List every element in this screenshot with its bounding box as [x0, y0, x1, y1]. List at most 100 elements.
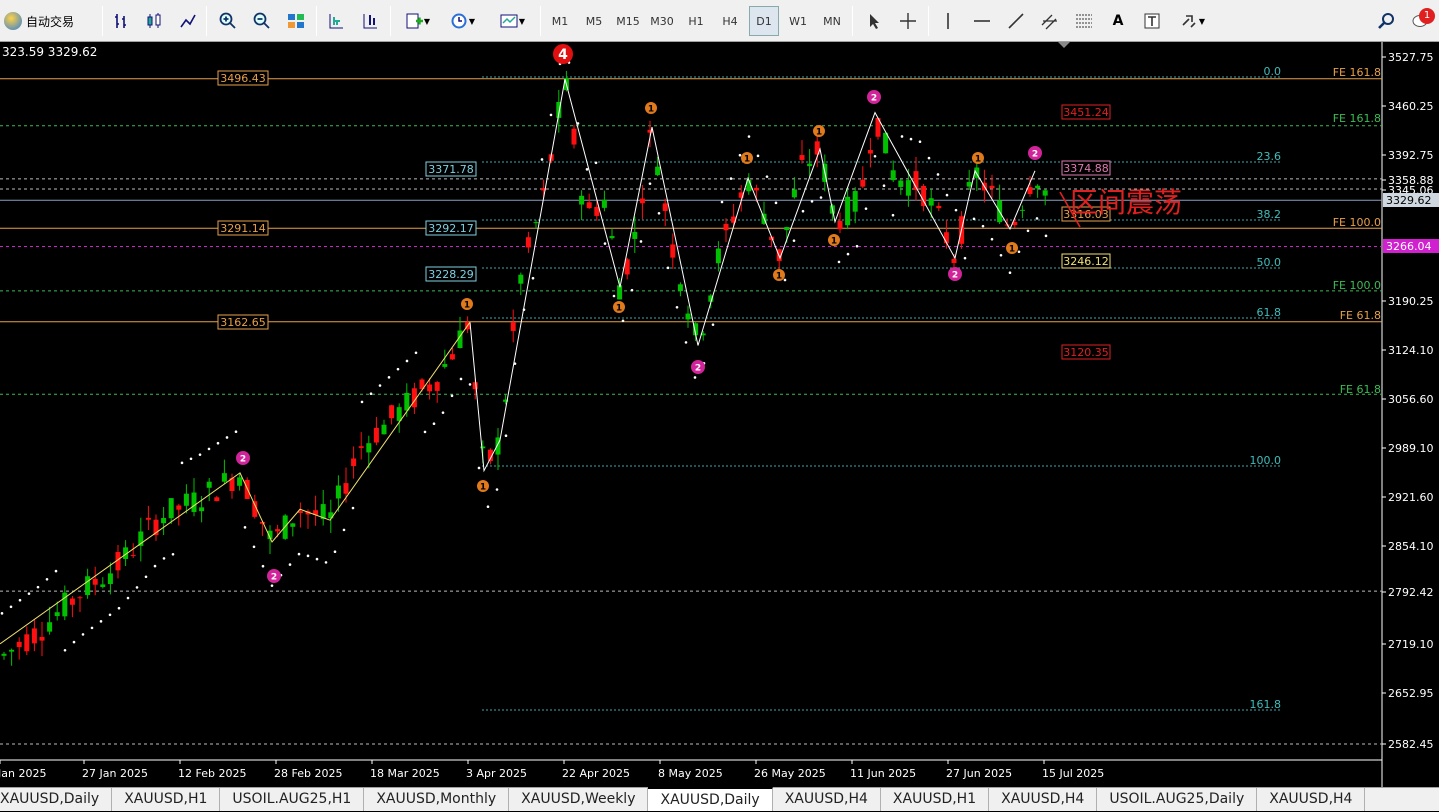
- fe-level-label: FE 161.8: [1333, 112, 1381, 125]
- candle-body: [442, 364, 448, 367]
- candle-body: [951, 258, 957, 264]
- sar-dot: [495, 488, 499, 491]
- chart-tab[interactable]: XAUUSD,Monthly: [364, 788, 510, 811]
- candle-body: [100, 584, 106, 587]
- chevron-down-icon: ▼: [423, 16, 431, 26]
- candle-body: [176, 505, 182, 510]
- text-icon: A: [1112, 13, 1124, 29]
- period-d1-button[interactable]: D1: [749, 6, 779, 36]
- chart-tab[interactable]: XAUUSD,Weekly: [509, 788, 649, 811]
- price-chart[interactable]: 0.0 23.6 38.2 50.0 61.8 100.0 161.8 FE 161.8 FE …: [0, 42, 1439, 787]
- price-label: 3120.35: [1063, 346, 1109, 359]
- line-chart-button[interactable]: [174, 6, 202, 36]
- periods-button[interactable]: ▼: [442, 6, 482, 36]
- sar-dot: [27, 592, 31, 595]
- chart-tab[interactable]: XAUUSD,H1: [112, 788, 221, 811]
- sar-dot: [612, 294, 616, 298]
- sar-dot: [846, 252, 850, 256]
- chart-tab[interactable]: XAUUSD,H1: [881, 788, 990, 811]
- candle-body: [199, 507, 205, 512]
- templates-button[interactable]: ▼: [492, 6, 532, 36]
- chart-tab[interactable]: XAUUSD,H4: [1257, 788, 1366, 811]
- chart-tab[interactable]: XAUUSD,H4: [773, 788, 881, 811]
- period-m30-button[interactable]: M30: [647, 6, 677, 36]
- sar-dot: [225, 436, 229, 439]
- fib-level-label: 38.2: [1257, 208, 1282, 221]
- candle-chart-button[interactable]: [140, 6, 168, 36]
- equidistant-channel-button[interactable]: [1036, 6, 1064, 36]
- price-axis-label: 2854.10: [1388, 540, 1434, 553]
- wave-2-label: 2: [952, 271, 958, 281]
- period-mn-button[interactable]: MN: [817, 6, 847, 36]
- sar-dot: [432, 422, 436, 426]
- candle-body: [677, 284, 683, 292]
- fe-level-label: FE 100.0: [1333, 216, 1381, 229]
- fe-level-label: FE 61.8: [1340, 309, 1381, 322]
- indicators-icon: [406, 13, 423, 29]
- zoom-out-button[interactable]: [248, 6, 276, 36]
- sar-dot: [243, 526, 247, 529]
- sar-dot: [162, 557, 166, 560]
- cursor-button[interactable]: [860, 6, 888, 36]
- sar-dot: [765, 175, 769, 178]
- period-w1-button[interactable]: W1: [783, 6, 813, 36]
- wave-2-label: 2: [1032, 150, 1038, 160]
- wave-1-label: 1: [831, 237, 837, 247]
- bar-chart-button[interactable]: [108, 6, 136, 36]
- candle-body: [723, 223, 729, 231]
- zoom-in-button[interactable]: [214, 6, 242, 36]
- arrows-button[interactable]: ▼: [1172, 6, 1212, 36]
- text-label-button[interactable]: [1138, 6, 1166, 36]
- candle-body: [92, 578, 98, 585]
- sar-dot: [63, 648, 67, 652]
- autotrade-button[interactable]: 自动交易: [4, 6, 96, 36]
- sar-dot: [54, 569, 58, 573]
- candle-body: [130, 555, 136, 557]
- period-m1-button[interactable]: M1: [545, 6, 575, 36]
- fib-level-label: 161.8: [1250, 698, 1282, 711]
- candle-body: [852, 191, 858, 212]
- text-tool-button[interactable]: A: [1104, 6, 1132, 36]
- candle-body: [639, 198, 645, 204]
- chart-tab[interactable]: USOIL.AUG25,Daily: [1097, 788, 1258, 811]
- sar-dot: [468, 383, 472, 386]
- autotrade-label: 自动交易: [26, 14, 75, 29]
- horizontal-line-button[interactable]: [968, 6, 996, 36]
- period-h4-button[interactable]: H4: [715, 6, 745, 36]
- vertical-line-button[interactable]: [934, 6, 962, 36]
- fib-level-label: 100.0: [1250, 454, 1282, 467]
- price-axis-label: 3124.10: [1388, 344, 1434, 357]
- price-axis-label: 2921.60: [1388, 491, 1434, 504]
- sar-dot: [234, 430, 238, 434]
- chart-tab[interactable]: XAUUSD,Daily: [648, 787, 773, 811]
- period-m5-button[interactable]: M5: [579, 6, 609, 36]
- candle-body: [586, 202, 592, 209]
- price-axis-label: 2792.42: [1388, 586, 1434, 599]
- trendline-button[interactable]: [1002, 6, 1030, 36]
- sar-dot: [351, 506, 355, 510]
- candle-body: [77, 597, 83, 599]
- period-m15-button[interactable]: M15: [613, 6, 643, 36]
- candle-body: [145, 517, 151, 520]
- date-axis-label: 22 Apr 2025: [562, 767, 630, 780]
- tile-windows-button[interactable]: [282, 6, 310, 36]
- chart-shift-button[interactable]: [356, 6, 384, 36]
- chart-tab[interactable]: USOIL.AUG25,H1: [220, 788, 365, 811]
- autoscroll-button[interactable]: [322, 6, 350, 36]
- crosshair-button[interactable]: [894, 6, 922, 36]
- chart-tab[interactable]: XAUUSD,Daily: [0, 788, 113, 811]
- fibonacci-button[interactable]: [1070, 6, 1098, 36]
- chart-tab[interactable]: XAUUSD,H4: [989, 788, 1098, 811]
- period-h1-button[interactable]: H1: [681, 6, 711, 36]
- candle-body: [47, 622, 53, 632]
- sar-dot: [909, 137, 913, 141]
- candle-body: [845, 196, 851, 226]
- cursor-icon: [870, 14, 879, 29]
- indicators-button[interactable]: ▼: [398, 6, 436, 36]
- chart-canvas[interactable]: 0.0 23.6 38.2 50.0 61.8 100.0 161.8 FE 161.8 FE …: [0, 42, 1439, 787]
- search-button[interactable]: [1372, 6, 1400, 36]
- sar-dot: [639, 240, 643, 243]
- price-label: 3291.14: [220, 222, 266, 235]
- sar-dot: [135, 586, 139, 589]
- candle-body: [54, 612, 60, 617]
